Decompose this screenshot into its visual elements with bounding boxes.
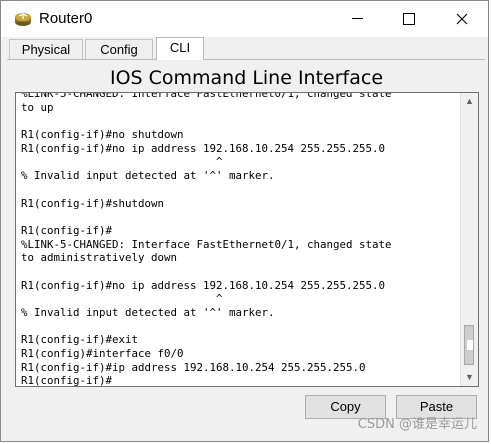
minimize-button[interactable] — [334, 1, 380, 37]
cli-console[interactable]: %LINK-5-CHANGED: Interface FastEthernet0… — [15, 92, 479, 387]
console-line: % Invalid input detected at '^' marker. — [21, 169, 275, 183]
console-line: R1(config-if)# — [21, 374, 113, 387]
console-line: R1(config-if)#no shutdown — [21, 128, 184, 142]
close-icon — [456, 13, 468, 25]
router-window: Router0 Physical Config CLI IOS Command … — [0, 0, 489, 442]
scroll-thumb[interactable] — [464, 325, 474, 365]
tab-config[interactable]: Config — [85, 39, 153, 59]
console-line: R1(config-if)#exit — [21, 333, 139, 347]
router-icon — [14, 11, 32, 27]
scroll-down-arrow-icon[interactable]: ▼ — [461, 369, 478, 386]
tab-bar: Physical Config CLI — [7, 37, 485, 60]
console-line: %LINK-5-CHANGED: Interface FastEthernet0… — [21, 92, 392, 100]
close-button[interactable] — [439, 1, 485, 37]
minimize-icon — [351, 18, 363, 20]
tab-cli[interactable]: CLI — [156, 37, 204, 60]
maximize-icon — [403, 12, 415, 25]
page-title: IOS Command Line Interface — [109, 67, 384, 89]
console-line: R1(config-if)# — [21, 223, 113, 237]
console-line: % Invalid input detected at '^' marker. — [21, 306, 275, 319]
console-line: R1(config-if)#no ip address 192.168.10.2… — [21, 141, 386, 155]
title-bar[interactable]: Router0 — [1, 1, 488, 37]
maximize-button[interactable] — [386, 1, 432, 37]
console-line: to up — [21, 100, 54, 114]
console-line: ^ — [21, 292, 223, 306]
console-scrollbar[interactable]: ▲ ▼ — [460, 93, 478, 386]
console-line: R1(config)#interface f0/0 — [21, 347, 184, 361]
window-title: Router0 — [39, 10, 93, 27]
console-line: to administratively down — [21, 251, 178, 265]
watermark: CSDN @谁是幸运儿 — [357, 417, 477, 432]
console-line: R1(config-if)#ip address 192.168.10.254 … — [21, 360, 366, 374]
console-line: R1(config-if)#no ip address 192.168.10.2… — [21, 278, 386, 292]
tab-physical[interactable]: Physical — [9, 39, 83, 59]
console-line: R1(config-if)#shutdown — [21, 196, 165, 210]
console-line: ^ — [21, 155, 223, 169]
console-output[interactable]: %LINK-5-CHANGED: Interface FastEthernet0… — [21, 92, 392, 387]
console-line: %LINK-5-CHANGED: Interface FastEthernet0… — [21, 237, 392, 251]
scroll-up-arrow-icon[interactable]: ▲ — [461, 93, 478, 110]
